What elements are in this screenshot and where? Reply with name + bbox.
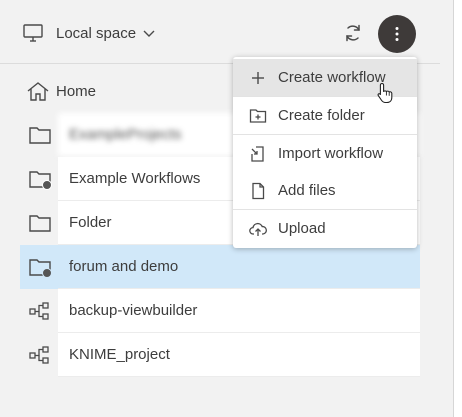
chevron-down-icon	[143, 30, 155, 37]
menu-item-label: Upload	[278, 220, 326, 237]
sync-icon	[346, 24, 360, 42]
menu-item-label: Create workflow	[278, 69, 386, 86]
menu-item-create-workflow[interactable]: Create workflow	[233, 59, 417, 96]
space-header: Local space	[0, 0, 440, 64]
menu-item-import-workflow[interactable]: Import workflow	[233, 135, 417, 172]
list-item[interactable]: KNIME_project	[20, 333, 420, 377]
folder-icon	[29, 215, 51, 232]
folder-with-badge-icon	[29, 171, 52, 190]
list-item[interactable]: backup-viewbuilder	[20, 289, 420, 333]
menu-item-label: Add files	[278, 182, 336, 199]
menu-item-label: Create folder	[278, 107, 365, 124]
folder-plus-icon	[249, 109, 267, 123]
list-item-label: KNIME_project	[58, 333, 420, 377]
space-selector[interactable]: Local space	[22, 21, 156, 45]
menu-item-upload[interactable]: Upload	[233, 210, 417, 247]
right-panel-edge	[453, 0, 462, 417]
menu-item-create-folder[interactable]: Create folder	[233, 97, 417, 134]
cloud-upload-icon	[249, 222, 267, 236]
import-icon	[251, 146, 264, 162]
monitor-icon	[23, 24, 43, 42]
more-vertical-icon	[395, 27, 399, 41]
list-item-label: backup-viewbuilder	[58, 289, 420, 333]
menu-item-label: Import workflow	[278, 145, 384, 162]
create-menu: Create workflow Create folder Import wor…	[233, 57, 417, 248]
menu-item-add-files[interactable]: Add files	[233, 172, 417, 209]
more-options-button[interactable]	[378, 15, 416, 53]
folder-icon	[29, 127, 51, 144]
space-label: Local space	[56, 24, 137, 42]
folder-with-badge-icon	[29, 259, 52, 278]
list-item-label: forum and demo	[58, 245, 420, 289]
sync-button[interactable]	[340, 20, 366, 46]
file-icon	[252, 182, 265, 200]
workflow-icon	[29, 346, 49, 364]
plus-icon	[252, 72, 264, 84]
workflow-icon	[29, 302, 49, 320]
list-item-selected[interactable]: forum and demo	[20, 245, 420, 289]
